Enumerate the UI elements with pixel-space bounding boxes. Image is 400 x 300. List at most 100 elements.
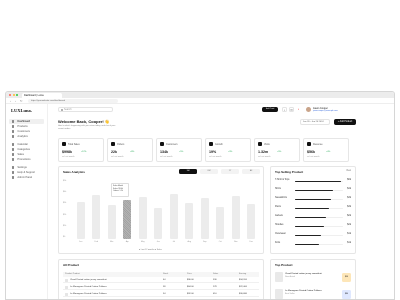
table-header-cell: Stock	[163, 273, 169, 276]
search-input[interactable]: Search	[58, 107, 113, 112]
sidebar-item-icon	[12, 171, 15, 174]
browser-window: Dashboard | Luma ‹ › ↻ https://yourwebsi…	[5, 91, 395, 300]
sidebar-item-icon	[12, 125, 15, 128]
top-selling-view-link[interactable]: View	[346, 170, 351, 172]
table-row[interactable]: Le Monogram Printed Cotton Pullover 54 $92…	[63, 292, 259, 297]
bar-jan[interactable]	[76, 201, 85, 239]
table-cell-name: Le Monogram Printed Cotton Pullover	[70, 286, 107, 289]
chart-legend: ● Last 12 months ● Sales	[139, 249, 162, 251]
top-selling-row[interactable]: Knits $1k	[275, 242, 351, 247]
x-tick-label: Apr	[125, 241, 129, 243]
x-tick-label: Dec	[249, 241, 254, 243]
stat-card-change: +5%	[179, 151, 184, 153]
stat-card[interactable]: Customers 134k +5% vs Last month	[156, 138, 202, 162]
sidebar-item-label: Dashboard	[17, 120, 31, 123]
maximize-window-icon[interactable]	[16, 94, 18, 96]
bar-oct[interactable]	[216, 206, 225, 239]
x-tick-label: Jul	[172, 241, 176, 243]
stat-card-change: +9%	[277, 151, 282, 153]
back-icon[interactable]: ‹	[10, 99, 11, 103]
table-cell-stock: 38	[163, 286, 166, 289]
sidebar-item-label: Customers	[17, 130, 30, 133]
stat-card-label: Orders	[117, 142, 125, 146]
top-product-panel: Top Product Cloud Printed cotton jersey …	[270, 259, 356, 299]
product-value: $1k	[347, 233, 351, 235]
sidebar-item-label: Settings	[17, 166, 27, 169]
y-tick-label: $3k	[63, 202, 67, 205]
top-selling-row[interactable]: Shirts $4k	[275, 188, 351, 193]
sidebar-item-icon	[12, 143, 15, 146]
range-tab-all[interactable]: All	[242, 169, 260, 174]
stat-card-value: $998k	[62, 150, 72, 154]
avatar[interactable]	[306, 107, 311, 112]
bar-may[interactable]	[138, 197, 147, 239]
sidebar-item-icon	[12, 148, 15, 151]
address-bar[interactable]: https://yourwebsite.com/dashboard	[28, 99, 118, 103]
stat-card-icon	[307, 142, 311, 146]
x-tick-label: Nov	[233, 241, 238, 243]
trial-pill[interactable]: Sell Trial	[262, 107, 278, 112]
top-selling-row[interactable]: T-Shirt & Tops $6k	[275, 179, 351, 184]
product-name: Outerwear	[275, 233, 286, 235]
range-tab-6m[interactable]: 6M	[200, 169, 218, 174]
stat-card-value: 134k	[160, 150, 168, 154]
top-selling-row[interactable]: Pants $3k	[275, 206, 351, 211]
price-badge: $84	[342, 290, 351, 299]
range-tab-1m[interactable]: 1M	[179, 169, 197, 174]
notification-icon[interactable]: ♪	[282, 107, 287, 112]
stat-card-icon	[160, 142, 164, 146]
minimize-window-icon[interactable]	[12, 94, 15, 96]
bar-feb[interactable]	[92, 194, 101, 239]
bar-mar[interactable]	[107, 205, 116, 239]
stat-card[interactable]: Growth 19% +3% vs Last month	[205, 138, 251, 162]
stat-card-value: 22k	[111, 150, 117, 154]
x-tick-label: May	[140, 241, 145, 243]
table-row[interactable]: Le Monogram Printed Cotton Pullover 38 $84…	[63, 285, 259, 290]
stat-card-change: +4%	[326, 151, 331, 153]
y-tick-label: $5k	[63, 180, 67, 182]
message-icon[interactable]: ✉	[289, 107, 294, 112]
stat-card-icon	[209, 142, 213, 146]
top-selling-row[interactable]: Hoodies $2k	[275, 224, 351, 229]
date-range-picker[interactable]: Jan 26 - Jun 20 2024	[300, 119, 330, 125]
add-product-button[interactable]: + Add Product	[334, 119, 356, 125]
table-cell-price: $84.00	[187, 286, 194, 289]
bar-nov[interactable]	[231, 196, 240, 239]
table-cell-earning: $30,680	[239, 293, 247, 296]
stat-card-label: Total Sales	[68, 142, 80, 146]
table-cell-price: $96.00	[187, 279, 194, 282]
stat-card[interactable]: Total Sales $998k +12% vs Last month	[58, 138, 104, 162]
table-row[interactable]: Cloud Printed cotton jersey sweatshirt 64…	[63, 278, 259, 283]
stat-card-change: +3%	[228, 151, 233, 153]
product-name: Hoodies	[275, 224, 284, 226]
y-tick-label: $1k	[63, 224, 67, 227]
x-tick-label: Aug	[187, 241, 192, 243]
top-product-item[interactable]: Le Monogram Printed Cotton Pullover Best …	[275, 289, 351, 299]
reload-icon[interactable]: ↻	[20, 99, 23, 103]
product-bar	[295, 234, 322, 237]
forward-icon[interactable]: ›	[15, 99, 16, 103]
sidebar-item-admin-panel[interactable]: Admin Panel	[9, 175, 44, 180]
product-bar	[295, 198, 331, 201]
product-name: Pants	[275, 206, 281, 208]
bar-sep[interactable]	[200, 198, 209, 239]
bar-dec[interactable]	[247, 204, 256, 239]
top-product-item[interactable]: Cloud Printed cotton jersey sweatshirt Ne…	[275, 272, 351, 284]
range-tab-1y[interactable]: 1Y	[221, 169, 239, 174]
product-thumbnail	[65, 292, 68, 296]
stat-card[interactable]: Visits 1.32m +9% vs Last month	[254, 138, 300, 162]
alert-icon[interactable]: •	[296, 107, 301, 112]
close-window-icon[interactable]	[9, 94, 11, 96]
bar-aug[interactable]	[185, 203, 194, 239]
table-header-cell: Sales	[213, 273, 219, 276]
bar-apr[interactable]	[123, 199, 132, 239]
sales-analytics-title: Sales Analytics	[63, 170, 85, 174]
stat-card[interactable]: Orders 22k +8% vs Last month	[107, 138, 153, 162]
bar-jun[interactable]	[154, 207, 163, 239]
stat-card[interactable]: Revenue $56k +4% vs Last month	[303, 138, 349, 162]
top-selling-row[interactable]: Sweatshirts $3k	[275, 197, 351, 202]
bar-jul[interactable]	[169, 193, 178, 239]
top-selling-row[interactable]: Jackets $2k	[275, 215, 351, 220]
top-selling-row[interactable]: Outerwear $1k	[275, 233, 351, 238]
y-tick-label: $0	[63, 236, 66, 238]
